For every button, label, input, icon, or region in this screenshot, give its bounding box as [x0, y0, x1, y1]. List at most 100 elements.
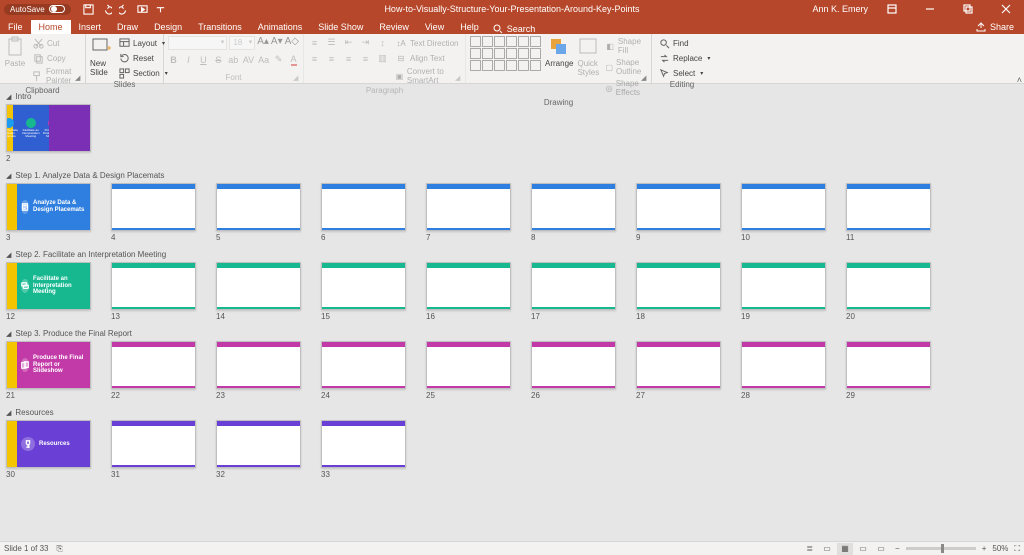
- reading-view-button[interactable]: ▭: [855, 543, 871, 555]
- slide-thumbnail[interactable]: 24: [321, 341, 406, 400]
- shadow-icon[interactable]: ab: [228, 53, 239, 66]
- underline-icon[interactable]: U: [198, 53, 209, 66]
- tab-design[interactable]: Design: [146, 20, 190, 34]
- slide-sorter-view-button[interactable]: ▦: [837, 543, 853, 555]
- section-header[interactable]: ◢Step 3. Produce the Final Report: [6, 329, 1024, 338]
- character-spacing-icon[interactable]: AV: [243, 53, 254, 66]
- increase-font-icon[interactable]: A▴: [257, 36, 269, 50]
- slide-thumbnail[interactable]: 28: [741, 341, 826, 400]
- undo-icon[interactable]: [101, 3, 113, 15]
- italic-icon[interactable]: I: [183, 53, 194, 66]
- slide-thumbnail[interactable]: 32: [216, 420, 301, 479]
- format-painter-button[interactable]: Format Painter: [30, 66, 81, 86]
- slide-thumbnail[interactable]: 26: [531, 341, 616, 400]
- arrange-button[interactable]: Arrange: [545, 36, 573, 68]
- tab-help[interactable]: Help: [452, 20, 487, 34]
- increase-indent-icon[interactable]: ⇥: [359, 36, 372, 49]
- paste-button[interactable]: Paste: [4, 36, 26, 68]
- slide-thumbnail[interactable]: 13: [111, 262, 196, 321]
- collapse-ribbon-icon[interactable]: ˄: [1017, 75, 1022, 85]
- slide-sorter-view[interactable]: ◢IntroAnalyze Data & Design PlacematsFac…: [0, 84, 1024, 541]
- bold-icon[interactable]: B: [168, 53, 179, 66]
- slide-thumbnail[interactable]: 20: [846, 262, 931, 321]
- slide-thumbnail[interactable]: 29: [846, 341, 931, 400]
- shapes-gallery[interactable]: [470, 36, 541, 71]
- clear-formatting-icon[interactable]: A◇: [285, 36, 299, 50]
- section-header[interactable]: ◢Step 1. Analyze Data & Design Placemats: [6, 171, 1024, 180]
- slide-thumbnail[interactable]: Resources30: [6, 420, 91, 479]
- slide-thumbnail[interactable]: 23: [216, 341, 301, 400]
- reset-button[interactable]: Reset: [116, 51, 170, 65]
- tab-view[interactable]: View: [417, 20, 452, 34]
- tab-review[interactable]: Review: [371, 20, 417, 34]
- tab-home[interactable]: Home: [31, 20, 71, 34]
- zoom-level[interactable]: 50%: [992, 544, 1008, 553]
- slide-thumbnail[interactable]: 18: [636, 262, 721, 321]
- tab-insert[interactable]: Insert: [71, 20, 110, 34]
- cut-button[interactable]: Cut: [30, 36, 81, 50]
- section-header[interactable]: ◢Resources: [6, 408, 1024, 417]
- maximize-button[interactable]: [954, 0, 982, 18]
- zoom-out-button[interactable]: −: [895, 544, 900, 553]
- share-button[interactable]: Share: [966, 20, 1024, 34]
- slide-thumbnail[interactable]: 27: [636, 341, 721, 400]
- slide-thumbnail[interactable]: 15: [321, 262, 406, 321]
- line-spacing-icon[interactable]: ↕: [376, 36, 389, 49]
- tab-slideshow[interactable]: Slide Show: [310, 20, 371, 34]
- tab-transitions[interactable]: Transitions: [190, 20, 250, 34]
- paragraph-dialog-launcher-icon[interactable]: ◢: [455, 74, 463, 82]
- slide-thumbnail[interactable]: Analyze Data & Design Placemats3: [6, 183, 91, 242]
- ribbon-display-options-icon[interactable]: [878, 0, 906, 18]
- align-text-button[interactable]: ⊟Align Text: [393, 51, 461, 65]
- user-name[interactable]: Ann K. Emery: [812, 4, 868, 14]
- align-left-icon[interactable]: ≡: [308, 52, 321, 65]
- shape-fill-button[interactable]: ◧Shape Fill: [603, 36, 647, 56]
- autosave-toggle[interactable]: AutoSave: [4, 4, 71, 15]
- slide-thumbnail[interactable]: 31: [111, 420, 196, 479]
- convert-smartart-button[interactable]: ▣Convert to SmartArt: [393, 66, 461, 86]
- zoom-slider[interactable]: [906, 547, 976, 550]
- layout-button[interactable]: Layout▾: [116, 36, 170, 50]
- close-button[interactable]: [992, 0, 1020, 18]
- slide-thumbnail[interactable]: 9: [636, 183, 721, 242]
- font-family-combo[interactable]: [168, 36, 227, 50]
- tell-me-search[interactable]: Search: [493, 24, 536, 34]
- slide-thumbnail[interactable]: 10: [741, 183, 826, 242]
- text-direction-button[interactable]: ↕AText Direction: [393, 36, 461, 50]
- decrease-font-icon[interactable]: A▾: [271, 36, 283, 50]
- quick-styles-button[interactable]: Quick Styles: [577, 36, 599, 77]
- slide-thumbnail[interactable]: 16: [426, 262, 511, 321]
- slide-thumbnail[interactable]: 25: [426, 341, 511, 400]
- save-icon[interactable]: [83, 3, 95, 15]
- slide-thumbnail[interactable]: 19: [741, 262, 826, 321]
- slide-thumbnail[interactable]: 7: [426, 183, 511, 242]
- tab-animations[interactable]: Animations: [250, 20, 311, 34]
- minimize-button[interactable]: [916, 0, 944, 18]
- redo-icon[interactable]: [119, 3, 131, 15]
- font-dialog-launcher-icon[interactable]: ◢: [293, 74, 301, 82]
- start-from-beginning-icon[interactable]: [137, 3, 149, 15]
- slide-thumbnail[interactable]: 22: [111, 341, 196, 400]
- copy-button[interactable]: Copy: [30, 51, 81, 65]
- slide-thumbnail[interactable]: 33: [321, 420, 406, 479]
- align-center-icon[interactable]: ≡: [325, 52, 338, 65]
- slide-thumbnail[interactable]: 5: [216, 183, 301, 242]
- columns-icon[interactable]: ▥: [376, 52, 389, 65]
- section-button[interactable]: Section▾: [116, 66, 170, 80]
- fit-to-window-button[interactable]: ⛶: [1014, 544, 1020, 554]
- slide-thumbnail[interactable]: Facilitate an Interpretation Meeting12: [6, 262, 91, 321]
- numbering-icon[interactable]: ☰: [325, 36, 338, 49]
- slideshow-view-button[interactable]: ▭: [873, 543, 889, 555]
- spellcheck-icon[interactable]: ⎘: [56, 544, 62, 554]
- slide-thumbnail[interactable]: 6: [321, 183, 406, 242]
- drawing-dialog-launcher-icon[interactable]: ◢: [641, 74, 649, 82]
- tab-file[interactable]: File: [0, 20, 31, 34]
- clipboard-dialog-launcher-icon[interactable]: ◢: [75, 74, 83, 82]
- slide-thumbnail[interactable]: 11: [846, 183, 931, 242]
- change-case-icon[interactable]: Aa: [258, 53, 269, 66]
- slide-thumbnail[interactable]: 8: [531, 183, 616, 242]
- replace-button[interactable]: Replace▾: [656, 51, 712, 65]
- slide-thumbnail[interactable]: 17: [531, 262, 616, 321]
- decrease-indent-icon[interactable]: ⇤: [342, 36, 355, 49]
- slide-thumbnail[interactable]: 14: [216, 262, 301, 321]
